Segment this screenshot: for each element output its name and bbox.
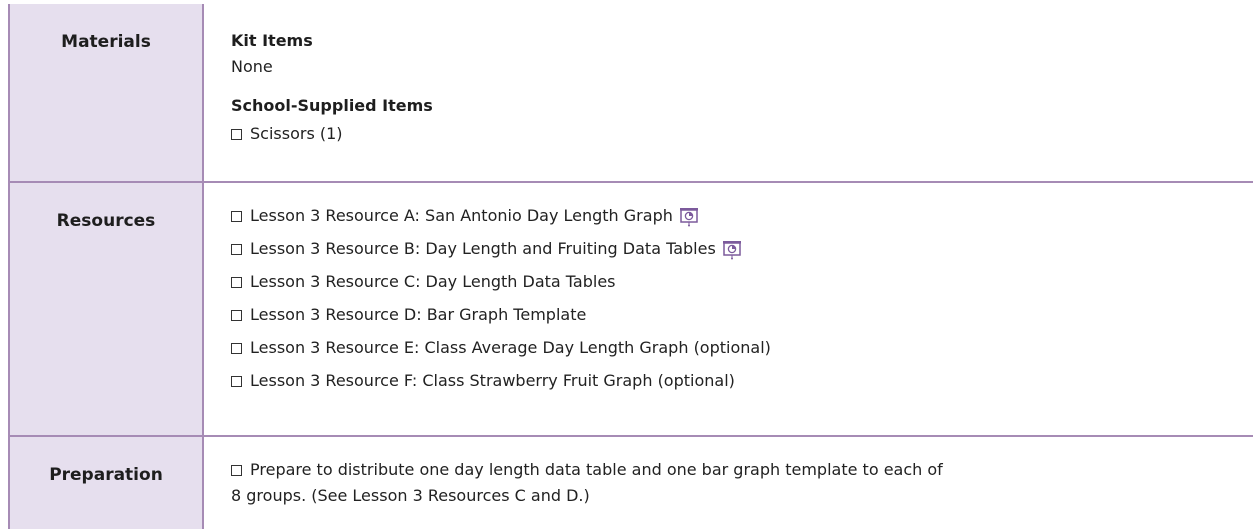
resource-item-text: Lesson 3 Resource F: Class Strawberry Fr… <box>250 371 735 390</box>
materials-label: Materials <box>61 32 151 52</box>
materials-row: Materials Kit Items None School-Supplied… <box>8 4 1253 183</box>
school-item: Scissors (1) <box>231 123 1253 145</box>
checkbox[interactable] <box>231 465 242 476</box>
checkbox[interactable] <box>231 376 242 387</box>
preparation-label-cell: Preparation <box>8 435 204 529</box>
kit-items-value: None <box>231 57 273 76</box>
resources-row: Resources Lesson 3 Resource A: San Anton… <box>8 181 1253 437</box>
resource-item-text: Lesson 3 Resource D: Bar Graph Template <box>250 305 587 324</box>
materials-table: Materials Kit Items None School-Supplied… <box>8 4 1253 529</box>
school-item-text: Scissors (1) <box>250 124 343 143</box>
preparation-item: Prepare to distribute one day length dat… <box>231 457 1253 509</box>
resources-label-cell: Resources <box>8 181 204 437</box>
materials-content: Kit Items None School-Supplied Items Sci… <box>202 4 1253 183</box>
resource-item-text: Lesson 3 Resource B: Day Length and Frui… <box>250 239 716 258</box>
preparation-label: Preparation <box>49 465 163 485</box>
presentation-icon[interactable] <box>679 207 699 227</box>
resource-item-text: Lesson 3 Resource A: San Antonio Day Len… <box>250 206 673 225</box>
resources-label: Resources <box>56 211 156 231</box>
resources-content: Lesson 3 Resource A: San Antonio Day Len… <box>202 181 1253 437</box>
resource-item: Lesson 3 Resource F: Class Strawberry Fr… <box>231 364 1253 397</box>
checkbox[interactable] <box>231 244 242 255</box>
resource-item: Lesson 3 Resource A: San Antonio Day Len… <box>231 199 1253 232</box>
resource-item: Lesson 3 Resource E: Class Average Day L… <box>231 331 1253 364</box>
presentation-icon[interactable] <box>722 240 742 260</box>
school-supplied-heading: School-Supplied Items <box>231 96 433 115</box>
materials-label-cell: Materials <box>8 4 204 183</box>
preparation-content: Prepare to distribute one day length dat… <box>202 435 1253 529</box>
resource-item: Lesson 3 Resource C: Day Length Data Tab… <box>231 265 1253 298</box>
checkbox[interactable] <box>231 277 242 288</box>
checkbox[interactable] <box>231 310 242 321</box>
preparation-line-2: 8 groups. (See Lesson 3 Resources C and … <box>231 486 590 505</box>
resource-item-text: Lesson 3 Resource E: Class Average Day L… <box>250 338 771 357</box>
preparation-line-1: Prepare to distribute one day length dat… <box>250 460 943 479</box>
checkbox[interactable] <box>231 129 242 140</box>
resource-item: Lesson 3 Resource D: Bar Graph Template <box>231 298 1253 331</box>
kit-items-heading: Kit Items <box>231 31 313 50</box>
preparation-row: Preparation Prepare to distribute one da… <box>8 435 1253 529</box>
resource-item: Lesson 3 Resource B: Day Length and Frui… <box>231 232 1253 265</box>
checkbox[interactable] <box>231 343 242 354</box>
checkbox[interactable] <box>231 211 242 222</box>
resource-item-text: Lesson 3 Resource C: Day Length Data Tab… <box>250 272 616 291</box>
